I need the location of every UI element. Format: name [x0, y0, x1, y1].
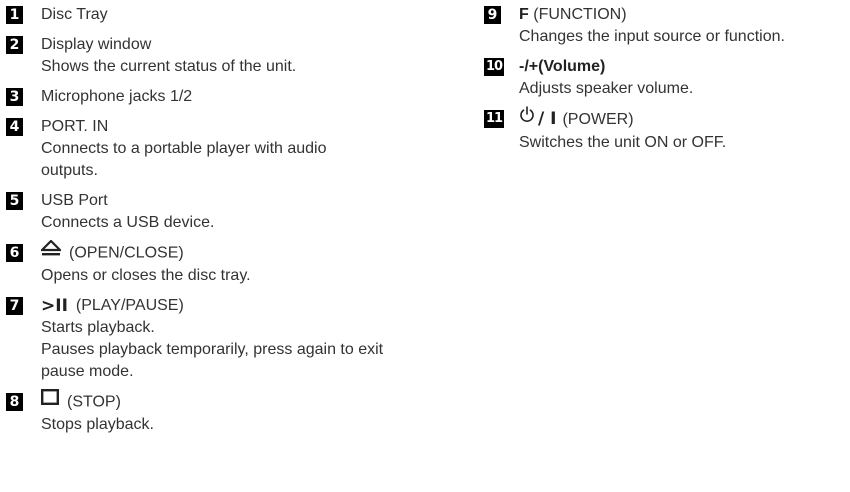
power-icon: [519, 106, 535, 130]
list-item: 5 USB Port Connects a USB device.: [6, 190, 426, 234]
item-number-badge: 1: [6, 6, 23, 24]
item-description: Adjusts speaker volume.: [519, 80, 694, 97]
item-number-badge: 10: [484, 58, 505, 76]
list-item: 6 (OPEN/CLOSE) Opens or closes the disc …: [6, 239, 426, 287]
item-description: Changes the input source or function.: [519, 28, 785, 45]
eject-icon: [39, 239, 63, 263]
item-title: (OPEN/CLOSE): [69, 244, 184, 262]
item-title: (PLAY/PAUSE): [75, 297, 184, 315]
item-title: Display window: [41, 36, 152, 53]
list-item: 8 (STOP) Stops playback.: [6, 389, 426, 436]
right-column: 9 F (FUNCTION) Changes the input source …: [484, 4, 846, 162]
item-description: Starts playback.: [41, 319, 155, 337]
item-title: (FUNCTION): [533, 6, 627, 23]
item-number-badge: 7: [6, 297, 23, 315]
list-item: 1 Disc Tray: [6, 4, 426, 26]
item-description: Connects to a portable player with audio…: [41, 140, 327, 179]
list-item: 4 PORT. IN Connects to a portable player…: [6, 116, 426, 182]
item-key: F: [519, 6, 529, 23]
item-description: Shows the current status of the unit.: [41, 58, 297, 75]
list-item: 3 Microphone jacks 1/2: [6, 86, 426, 108]
list-item: 10 -/+(Volume) Adjusts speaker volume.: [484, 56, 846, 100]
item-number-badge: 6: [6, 244, 23, 262]
item-title: (POWER): [562, 111, 634, 129]
item-title: (STOP): [67, 393, 121, 411]
item-number-badge: 4: [6, 118, 23, 136]
item-description: Opens or closes the disc tray.: [41, 267, 251, 284]
stop-icon: [41, 389, 60, 412]
item-description: Pauses playback temporarily, press again…: [41, 341, 384, 381]
item-number-badge: 8: [6, 393, 23, 412]
item-number-badge: 11: [484, 110, 505, 128]
left-column: 1 Disc Tray 2 Display window Shows the c…: [6, 4, 426, 444]
item-title: USB Port: [41, 192, 108, 209]
item-title: PORT. IN: [41, 118, 109, 135]
item-number-badge: 2: [6, 36, 23, 54]
list-item: 2 Display window Shows the current statu…: [6, 34, 426, 78]
item-key: -/+(Volume): [519, 58, 606, 75]
item-title: Microphone jacks 1/2: [41, 88, 193, 105]
item-title: Disc Tray: [41, 6, 108, 23]
item-number-badge: 9: [484, 6, 501, 24]
play-pause-icon: >II: [41, 296, 68, 316]
item-description: Stops playback.: [41, 416, 154, 434]
item-key: / I: [538, 109, 557, 130]
list-item: 9 F (FUNCTION) Changes the input source …: [484, 4, 846, 48]
item-number-badge: 5: [6, 192, 23, 210]
item-description: Switches the unit ON or OFF.: [519, 134, 727, 151]
item-number-badge: 3: [6, 88, 23, 106]
list-item: 11 / I (POWER) Switches the unit ON or OF…: [484, 106, 846, 154]
item-description: Connects a USB device.: [41, 214, 215, 231]
list-item: 7 >II (PLAY/PAUSE) Starts playback. Pause…: [6, 295, 426, 383]
